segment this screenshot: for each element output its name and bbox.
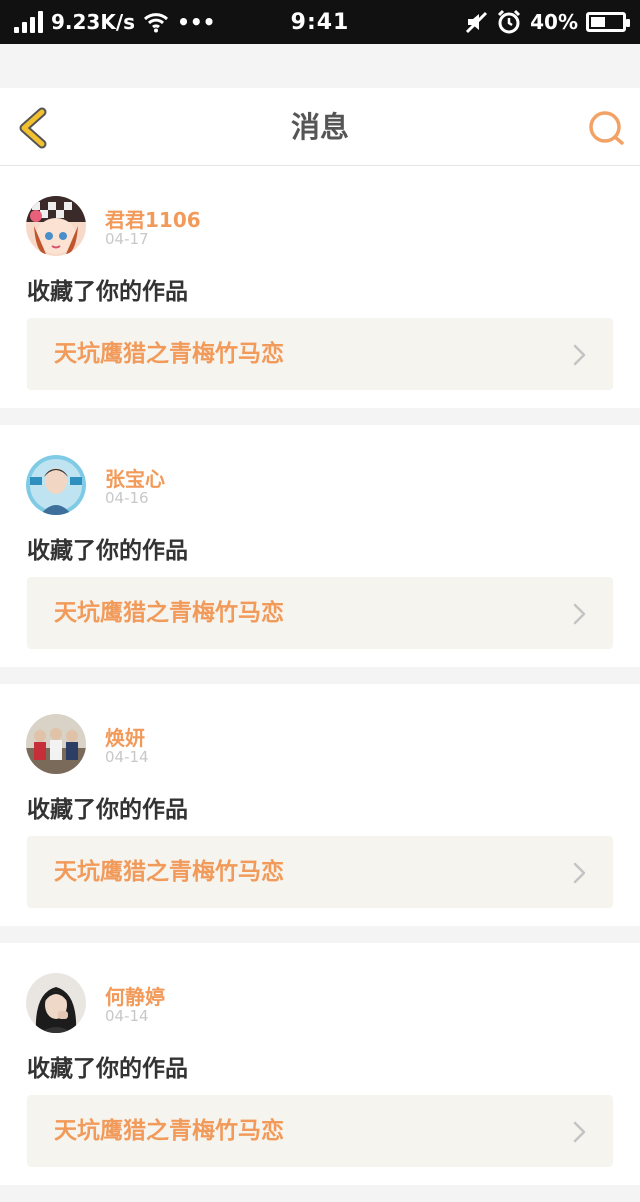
work-link[interactable]: 天坑鹰猎之青梅竹马恋 <box>27 318 613 390</box>
message-card: 张宝心 04-16 收藏了你的作品 天坑鹰猎之青梅竹马恋 <box>0 425 640 667</box>
battery-fill <box>591 17 605 27</box>
work-link[interactable]: 天坑鹰猎之青梅竹马恋 <box>27 577 613 649</box>
alarm-icon <box>498 9 521 34</box>
search-icon <box>589 111 624 145</box>
header: 消息 <box>0 88 640 166</box>
battery-icon <box>586 12 630 32</box>
message-date: 04-16 <box>105 489 149 507</box>
avatar[interactable] <box>26 196 86 256</box>
work-title: 天坑鹰猎之青梅竹马恋 <box>54 341 284 367</box>
work-title: 天坑鹰猎之青梅竹马恋 <box>54 1118 284 1144</box>
chevron-right-icon <box>573 344 586 366</box>
avatar[interactable] <box>26 455 86 515</box>
search-button[interactable] <box>586 108 626 148</box>
action-text: 收藏了你的作品 <box>27 797 188 823</box>
chevron-right-icon <box>573 603 586 625</box>
work-link[interactable]: 天坑鹰猎之青梅竹马恋 <box>27 836 613 908</box>
message-date: 04-14 <box>105 1007 149 1025</box>
message-card: 焕妍 04-14 收藏了你的作品 天坑鹰猎之青梅竹马恋 <box>0 684 640 926</box>
action-text: 收藏了你的作品 <box>27 1056 188 1082</box>
avatar[interactable] <box>26 973 86 1033</box>
message-list: 君君1106 04-17 收藏了你的作品 天坑鹰猎之青梅竹马恋 张宝心 04-1… <box>0 166 640 1202</box>
more-dots: ••• <box>177 10 216 34</box>
work-title: 天坑鹰猎之青梅竹马恋 <box>54 600 284 626</box>
message-date: 04-14 <box>105 748 149 766</box>
action-text: 收藏了你的作品 <box>27 279 188 305</box>
network-speed: 9.23K/s <box>51 10 136 34</box>
message-card: 君君1106 04-17 收藏了你的作品 天坑鹰猎之青梅竹马恋 <box>0 166 640 408</box>
clock: 9:41 <box>290 9 350 35</box>
chevron-right-icon <box>573 1121 586 1143</box>
wifi-icon <box>144 13 169 33</box>
status-bar: 9.23K/s ••• 9:41 40% <box>0 0 640 44</box>
status-right: 40% <box>464 9 630 35</box>
user-name[interactable]: 君君1106 <box>105 204 201 233</box>
battery-percent: 40% <box>530 10 578 34</box>
message-card: 何静婷 04-14 收藏了你的作品 天坑鹰猎之青梅竹马恋 <box>0 943 640 1185</box>
chevron-right-icon <box>573 862 586 884</box>
signal-icon <box>14 11 43 33</box>
mute-icon <box>466 11 488 34</box>
gray-strip <box>0 44 640 88</box>
work-title: 天坑鹰猎之青梅竹马恋 <box>54 859 284 885</box>
message-date: 04-17 <box>105 230 149 248</box>
status-left: 9.23K/s ••• <box>14 10 215 34</box>
avatar[interactable] <box>26 714 86 774</box>
user-name[interactable]: 张宝心 <box>105 463 165 492</box>
work-link[interactable]: 天坑鹰猎之青梅竹马恋 <box>27 1095 613 1167</box>
action-text: 收藏了你的作品 <box>27 538 188 564</box>
page-title: 消息 <box>290 110 349 144</box>
user-name[interactable]: 焕妍 <box>105 722 145 751</box>
user-name[interactable]: 何静婷 <box>105 981 165 1010</box>
